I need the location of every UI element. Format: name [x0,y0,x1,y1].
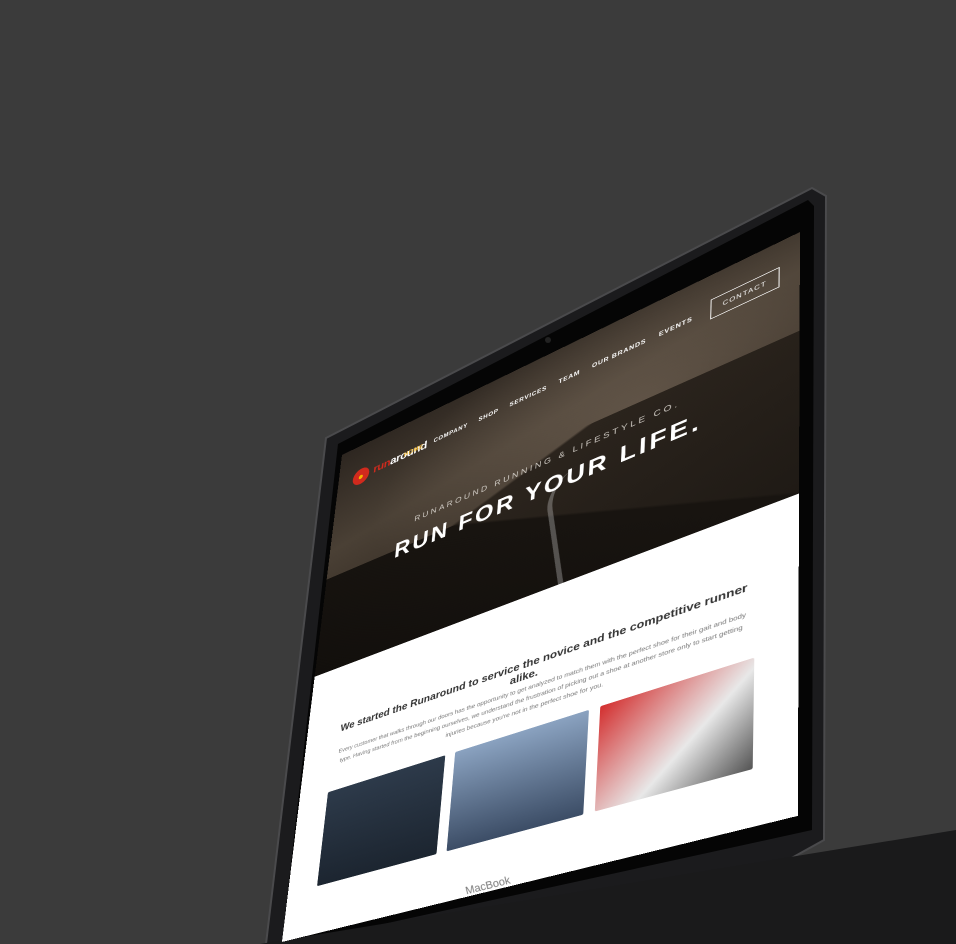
site-logo[interactable]: ● runaround [351,437,428,488]
nav-team[interactable]: TEAM [558,369,580,386]
website-screen: ● runaround HOME COMPANY SHOP SERVICES T… [281,231,800,942]
nav-events[interactable]: EVENTS [659,315,693,337]
logo-run: run [372,456,391,476]
logo-icon: ● [351,464,371,488]
laptop-mockup: ● runaround HOME COMPANY SHOP SERVICES T… [0,0,956,944]
nav-company[interactable]: COMPANY [433,422,468,444]
nav-shop[interactable]: SHOP [478,407,499,423]
nav-our-brands[interactable]: OUR BRANDS [592,337,647,369]
nav-services[interactable]: SERVICES [509,384,547,408]
contact-button[interactable]: CONTACT [710,266,780,320]
